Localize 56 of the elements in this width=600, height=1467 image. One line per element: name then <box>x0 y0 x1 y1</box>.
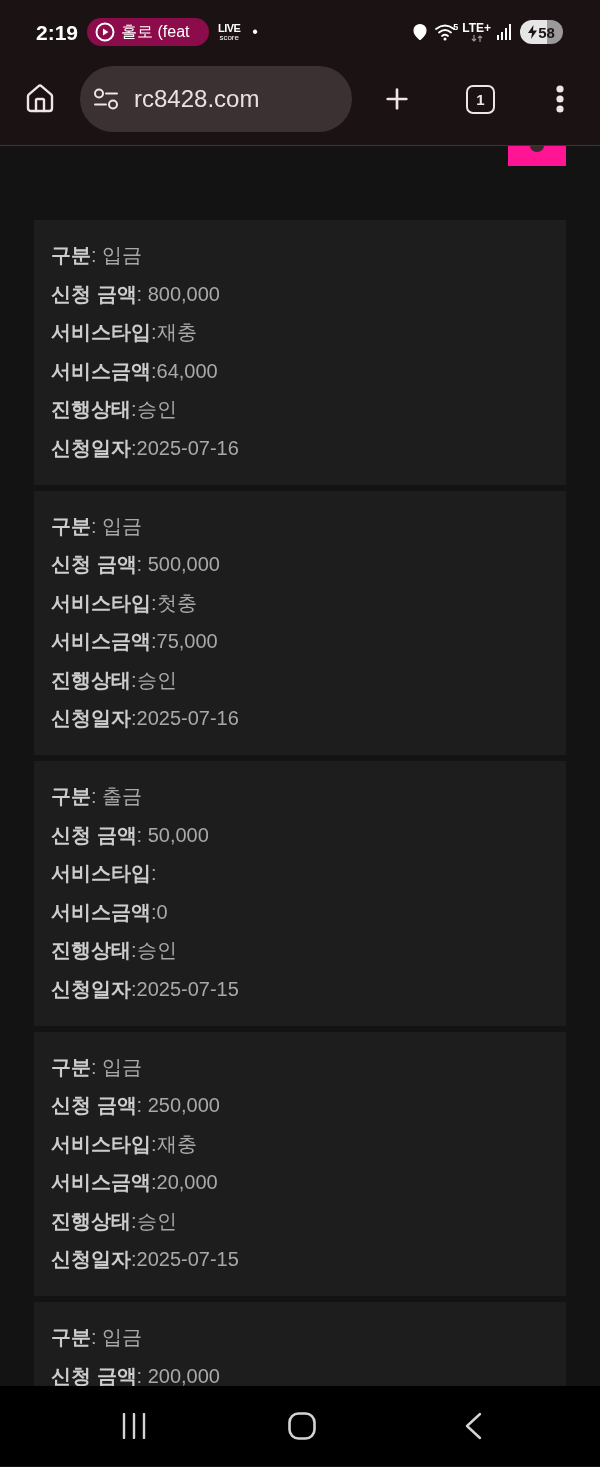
signal-icon <box>497 24 511 40</box>
url-text: rc8428.com <box>134 87 260 111</box>
partial-button[interactable] <box>508 146 566 166</box>
record-field: 신청일자:2025-07-15 <box>51 976 239 1001</box>
record-field: 진행상태:승인 <box>51 938 177 962</box>
record-field: 구분: 입금 <box>51 1325 143 1349</box>
wifi-band-label: 5 <box>453 23 459 32</box>
charging-bolt-icon <box>528 25 538 39</box>
record-field: 구분: 입금 <box>51 243 143 267</box>
record-field: 신청 금액: 500,000 <box>51 552 220 576</box>
address-bar[interactable]: rc8428.com <box>80 66 352 132</box>
network-type-label: LTE+ <box>462 22 491 35</box>
record-field: 서비스금액:64,000 <box>51 358 218 383</box>
site-settings-icon <box>93 88 119 110</box>
home-button[interactable] <box>24 83 56 115</box>
location-icon <box>411 23 430 41</box>
media-chip[interactable]: 홀로 (feat <box>87 18 210 46</box>
record-field: 구분: 입금 <box>51 513 143 538</box>
wifi-icon <box>435 23 456 41</box>
clock-time: 2:19 <box>36 21 79 43</box>
more-notifications-dot: • <box>252 24 258 40</box>
record-field: 진행상태:승인 <box>51 1208 177 1233</box>
record-field: 신청 금액: 800,000 <box>51 281 220 306</box>
record-field: 서비스타입:재충 <box>51 1131 197 1156</box>
home-nav-button[interactable] <box>288 1412 316 1440</box>
recent-apps-button[interactable] <box>120 1412 148 1440</box>
record-field: 신청 금액: 250,000 <box>51 1093 220 1117</box>
media-title: 홀로 (feat <box>121 24 190 40</box>
menu-button[interactable] <box>556 84 564 114</box>
play-circle-icon <box>95 22 116 42</box>
record-field: 신청 금액: 200,000 <box>51 1363 220 1386</box>
app-notification-label: LIVE <box>218 22 241 34</box>
record-field: 서비스타입:첫충 <box>51 590 197 615</box>
battery-percent: 58 <box>538 24 555 40</box>
back-button[interactable] <box>464 1412 482 1440</box>
app-notification-label: score <box>219 33 239 42</box>
record-field: 신청일자:2025-07-15 <box>51 1247 239 1271</box>
home-icon <box>24 83 56 115</box>
record-field: 신청일자:2025-07-16 <box>51 435 239 460</box>
menu-icon <box>556 85 564 113</box>
record-field: 구분: 출금 <box>51 784 143 808</box>
record-field: 서비스타입:재충 <box>51 320 197 344</box>
recent-apps-icon <box>121 1413 147 1439</box>
rounded-square-icon <box>288 1412 316 1440</box>
record-field: 신청일자:2025-07-16 <box>51 706 239 730</box>
back-chevron-icon <box>464 1412 482 1440</box>
record-field: 진행상태:승인 <box>51 667 177 692</box>
record-field: 서비스금액:20,000 <box>51 1170 218 1194</box>
record-field: 신청 금액: 50,000 <box>51 822 209 847</box>
record-field: 서비스금액:0 <box>51 899 168 924</box>
record-field: 서비스타입: <box>51 861 157 885</box>
record-field: 구분: 입금 <box>51 1054 143 1079</box>
tab-switcher-button[interactable]: 1 <box>466 85 495 114</box>
record-field: 서비스금액:75,000 <box>51 629 218 653</box>
record-field: 진행상태:승인 <box>51 397 177 421</box>
data-arrows-icon <box>470 35 483 42</box>
